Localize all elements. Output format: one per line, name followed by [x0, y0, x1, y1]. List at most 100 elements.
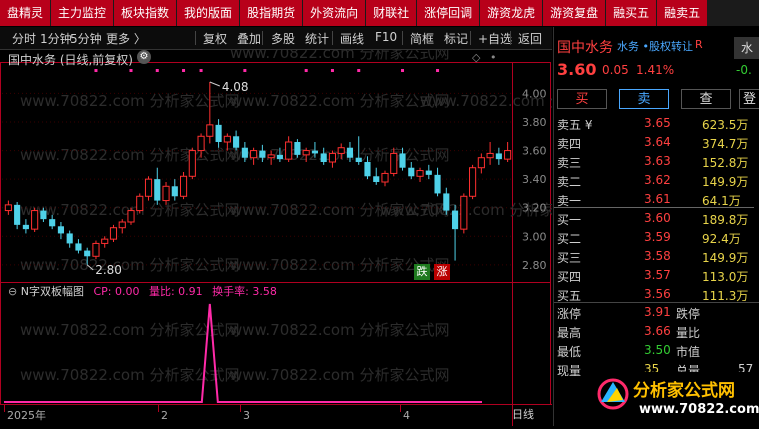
tab-9[interactable]: 游资复盘 [543, 0, 606, 26]
candle-body [162, 185, 170, 202]
tab-3[interactable]: 我的版面 [177, 0, 240, 26]
candle-body [294, 142, 301, 155]
watermark-text: www.70822.com 分析家公式网 [230, 321, 450, 339]
candle-body [31, 210, 39, 230]
candle-body [425, 170, 432, 175]
candle-body [136, 195, 144, 212]
toolbar-item-8[interactable]: 画线 [340, 30, 364, 47]
toolbar-item-4[interactable]: 复权 [203, 30, 227, 47]
settings-icon[interactable]: ⚙ [137, 50, 151, 64]
tab-1[interactable]: 主力监控 [51, 0, 114, 26]
candle-body [241, 147, 248, 158]
candle-body [188, 150, 196, 177]
y-tick-label: 4.00 [522, 87, 547, 100]
sell-button[interactable]: 卖 [619, 89, 669, 109]
toolbar-item-10[interactable]: 简框 [410, 30, 434, 47]
ask-row[interactable]: 卖二 3.62 149.9万 [554, 171, 754, 190]
order-volume: 149.9万 [702, 175, 749, 189]
kline-chart[interactable]: www.70822.com 分析家公式网 www.70822.com 分析家公式网… [0, 44, 640, 426]
toolbar-separator [402, 31, 403, 45]
tab-8[interactable]: 游资龙虎 [480, 0, 543, 26]
ask-row[interactable]: 卖五 ¥ 3.65 623.5万 [554, 114, 754, 133]
indicator-settings-icon[interactable]: ⊖ [8, 285, 17, 298]
stat-label: 现量 [557, 364, 582, 378]
order-label: 卖四 [557, 137, 582, 151]
stat-value: 3.91 [644, 305, 671, 319]
tab-7[interactable]: 涨停回调 [417, 0, 480, 26]
toolbar-separator [510, 31, 511, 45]
tab-0[interactable]: 盘精灵 [0, 0, 51, 26]
order-price: 3.59 [644, 230, 671, 244]
candle-body [40, 210, 47, 220]
top-tab-bar: 盘精灵 主力监控 板块指数 我的版面 股指期货 外资流向 财联社 涨停回调 游资龙虎 游资复盘 融买… [0, 0, 759, 26]
candle-body [460, 195, 468, 230]
order-price: 3.58 [644, 249, 671, 263]
signal-dot [401, 69, 405, 72]
bid-row[interactable]: 买四 3.57 113.0万 [554, 266, 754, 285]
side-stock-name: 水 [734, 37, 759, 59]
y-tick-label: 3.80 [522, 116, 547, 129]
diamond-icon[interactable]: ◇ [472, 51, 480, 64]
watermark-text: www.70822.com 分析家公式网 [230, 366, 450, 384]
buy-button[interactable]: 买 [557, 89, 607, 109]
toolbar-item-13[interactable]: 返回 [518, 30, 542, 47]
dots-icon[interactable]: • [490, 51, 497, 64]
stat-label: 涨停 [557, 307, 582, 321]
toolbar-item-6[interactable]: 多股 [271, 30, 295, 47]
signal-dot [243, 69, 247, 72]
toolbar-item-1[interactable]: 1分钟 [40, 30, 72, 47]
candle-body [399, 153, 406, 168]
candle-body [259, 150, 266, 158]
stock-tags[interactable]: 水务 •股权转让 [617, 38, 693, 54]
logo-title: 分析家公式网 [633, 381, 735, 401]
ask-row[interactable]: 卖三 3.63 152.8万 [554, 152, 754, 171]
stat-label2: 量比 [676, 326, 701, 340]
login-button[interactable]: 登 [739, 89, 759, 109]
tab-2[interactable]: 板块指数 [114, 0, 177, 26]
tab-10[interactable]: 融买五 [606, 0, 657, 26]
stat-row: 最低 3.50 市值 [554, 341, 754, 360]
bid-row[interactable]: 买一 3.60 189.8万 [554, 209, 754, 228]
candle-body [223, 135, 231, 143]
price-pct: 1.41% [636, 63, 675, 77]
ratio-label: 量比: 0.91 [148, 285, 203, 298]
bid-row[interactable]: 买三 3.58 149.9万 [554, 247, 754, 266]
side-change: -0. [736, 63, 752, 77]
candle-body [84, 250, 91, 257]
toolbar-item-11[interactable]: 标记 [444, 30, 468, 47]
y-tick-label: 3.40 [522, 173, 547, 186]
bid-row[interactable]: 买二 3.59 92.4万 [554, 228, 754, 247]
toolbar-item-9[interactable]: F10 [375, 30, 397, 44]
down-badge: 跌 [414, 264, 430, 280]
tab-5[interactable]: 外资流向 [303, 0, 366, 26]
tab-4[interactable]: 股指期货 [240, 0, 303, 26]
order-price: 3.56 [644, 287, 671, 301]
up-badge: 涨 [434, 264, 450, 280]
toolbar-item-3[interactable]: 更多 〉 [106, 30, 146, 47]
period-label[interactable]: 日线 [512, 406, 534, 422]
toolbar-item-2[interactable]: 5分钟 [70, 30, 102, 47]
ask-row[interactable]: 卖四 3.64 374.7万 [554, 133, 754, 152]
toolbar-item-7[interactable]: 统计 [305, 30, 329, 47]
price-change: 0.05 [602, 63, 629, 77]
order-label: 买四 [557, 270, 582, 284]
chart-title: 国中水务 (日线,前复权) [8, 53, 133, 67]
candle-body [390, 152, 398, 174]
chart-area[interactable]: www.70822.com 分析家公式网 www.70822.com 分析家公式网… [0, 44, 640, 426]
toolbar-item-12[interactable]: +自选 [478, 30, 512, 47]
candle-body [4, 204, 12, 212]
candle-body [66, 233, 73, 244]
toolbar-item-0[interactable]: 分时 [12, 30, 36, 47]
candle-body [285, 141, 293, 160]
candle-body [434, 174, 441, 194]
toolbar-item-5[interactable]: 叠加 [237, 30, 261, 47]
cp-label: CP: 0.00 [93, 285, 140, 298]
high-pointer [209, 81, 221, 87]
query-button[interactable]: 查 [681, 89, 731, 109]
tab-6[interactable]: 财联社 [366, 0, 417, 26]
order-volume: 92.4万 [702, 232, 741, 246]
tab-11[interactable]: 融卖五 [657, 0, 708, 26]
candle-body [416, 170, 424, 177]
x-tick-label: 2 [161, 409, 168, 422]
signal-dot [129, 69, 133, 72]
